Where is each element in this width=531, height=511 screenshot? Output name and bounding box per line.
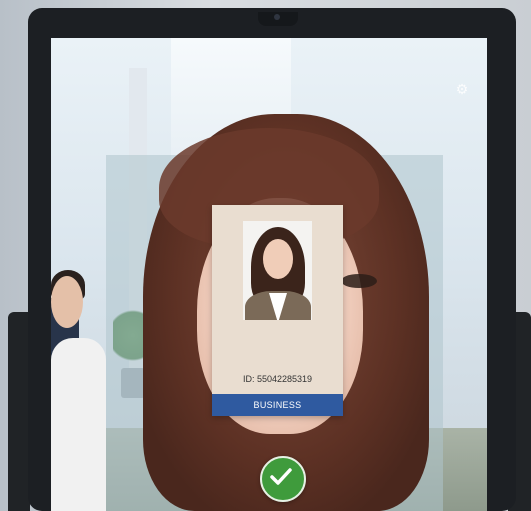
checkmark-circle-icon: [260, 456, 306, 502]
bystander-white: [51, 338, 106, 511]
id-number: ID: 55042285319: [242, 374, 313, 384]
checkmark-icon: [270, 468, 292, 485]
id-category-band: BUSINESS: [212, 394, 343, 416]
bystander-head: [51, 276, 83, 328]
left-stand-handle: [8, 312, 30, 511]
settings-icon[interactable]: ⚙: [453, 80, 471, 98]
photo-face: [263, 239, 293, 279]
id-photo: [243, 221, 312, 320]
camera-lens-icon: [274, 14, 280, 20]
subject-eye: [341, 274, 377, 288]
id-card: ID: 55042285319 BUSINESS: [212, 205, 343, 416]
kiosk-screen: ⚙ ID: 55042285319 BUSINESS: [51, 38, 487, 511]
